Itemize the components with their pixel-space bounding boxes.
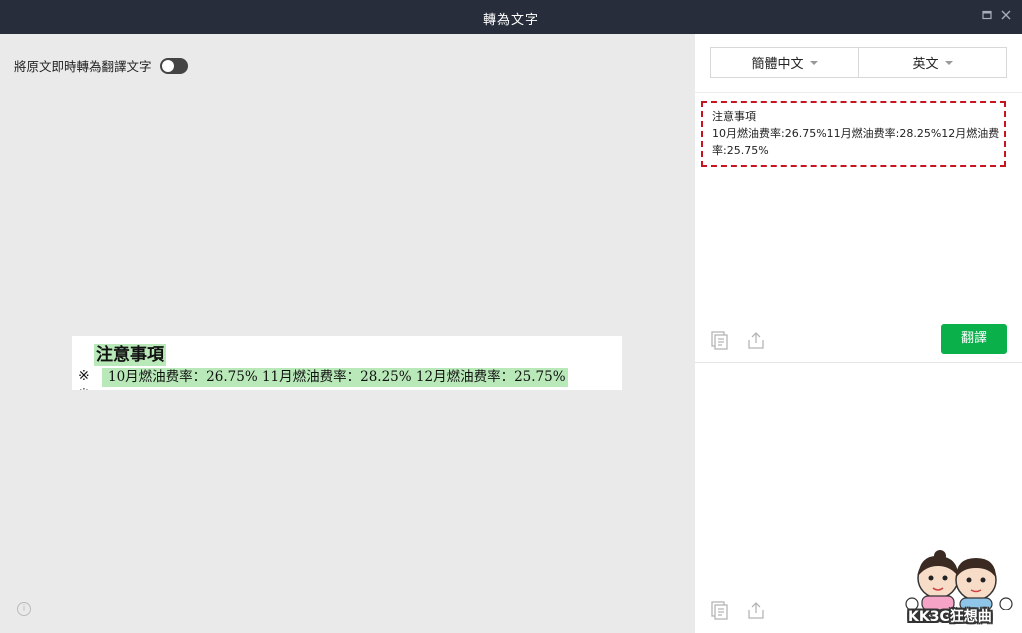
watermark-text: KK3C狂想曲 xyxy=(908,609,992,625)
window-title: 轉為文字 xyxy=(482,13,539,28)
source-language-dropdown[interactable]: 簡體中文 xyxy=(711,48,858,77)
title-bar: 轉為文字 xyxy=(0,0,1022,34)
restore-icon[interactable] xyxy=(980,9,994,23)
target-language-dropdown[interactable]: 英文 xyxy=(858,48,1006,77)
watermark-logo: KK3C狂想曲 xyxy=(900,548,1018,630)
result-line: 10月燃油费率:26.75%11月燃油费率:28.25%12月燃油费 xyxy=(712,127,1000,140)
close-icon[interactable] xyxy=(999,9,1013,23)
info-icon[interactable]: i xyxy=(17,602,31,616)
translation-panel: 簡體中文 英文 注意事項 10月燃油费率:26.75%11月燃油费率:28.25… xyxy=(695,34,1022,633)
language-selector: 簡體中文 英文 xyxy=(710,47,1007,78)
image-highlighted-line: 10月燃油费率：26.75% 11月燃油费率：28.25% 12月燃油费率：25… xyxy=(102,368,568,387)
source-image: 注意事項 ※ 10月燃油费率：26.75% 11月燃油费率：28.25% 12月… xyxy=(72,336,622,390)
image-bullet: ※ xyxy=(78,368,90,384)
convert-to-text-window: 轉為文字 將原文即時轉為翻譯文字 注意事項 ※ 10月燃油费率：26.75% 1… xyxy=(0,0,1022,633)
image-panel: 將原文即時轉為翻譯文字 注意事項 ※ 10月燃油费率：26.75% 11月燃油费… xyxy=(0,34,695,633)
result-line: 注意事項 xyxy=(712,110,756,123)
live-translate-toggle[interactable] xyxy=(159,57,188,74)
image-heading: 注意事項 xyxy=(94,344,166,366)
chevron-down-icon xyxy=(809,60,818,65)
image-cropped-line: ※ ▂▃▂▃▂▃▂▃▂▃▂▃▂▃▂▃▂▃▂▃▂▃▂▃▂▃▂▃▂▃▂▃ xyxy=(78,386,507,390)
share-icon[interactable] xyxy=(746,600,766,620)
chevron-down-icon xyxy=(944,60,953,65)
translate-button[interactable]: 翻譯 xyxy=(941,324,1007,354)
recognized-text-box[interactable]: 注意事項 10月燃油费率:26.75%11月燃油费率:28.25%12月燃油费 … xyxy=(701,101,1006,167)
copy-icon[interactable] xyxy=(710,600,730,620)
target-language-label: 英文 xyxy=(912,57,939,72)
share-icon[interactable] xyxy=(746,330,766,350)
result-line: 率:25.75% xyxy=(712,144,769,157)
live-translate-label: 將原文即時轉為翻譯文字 xyxy=(14,59,152,74)
live-translate-row: 將原文即時轉為翻譯文字 xyxy=(14,56,188,75)
mascot-illustration xyxy=(905,550,1013,611)
toggle-knob xyxy=(161,59,174,72)
source-language-label: 簡體中文 xyxy=(751,57,804,72)
divider xyxy=(695,92,1022,93)
copy-icon[interactable] xyxy=(710,330,730,350)
divider xyxy=(695,362,1022,363)
